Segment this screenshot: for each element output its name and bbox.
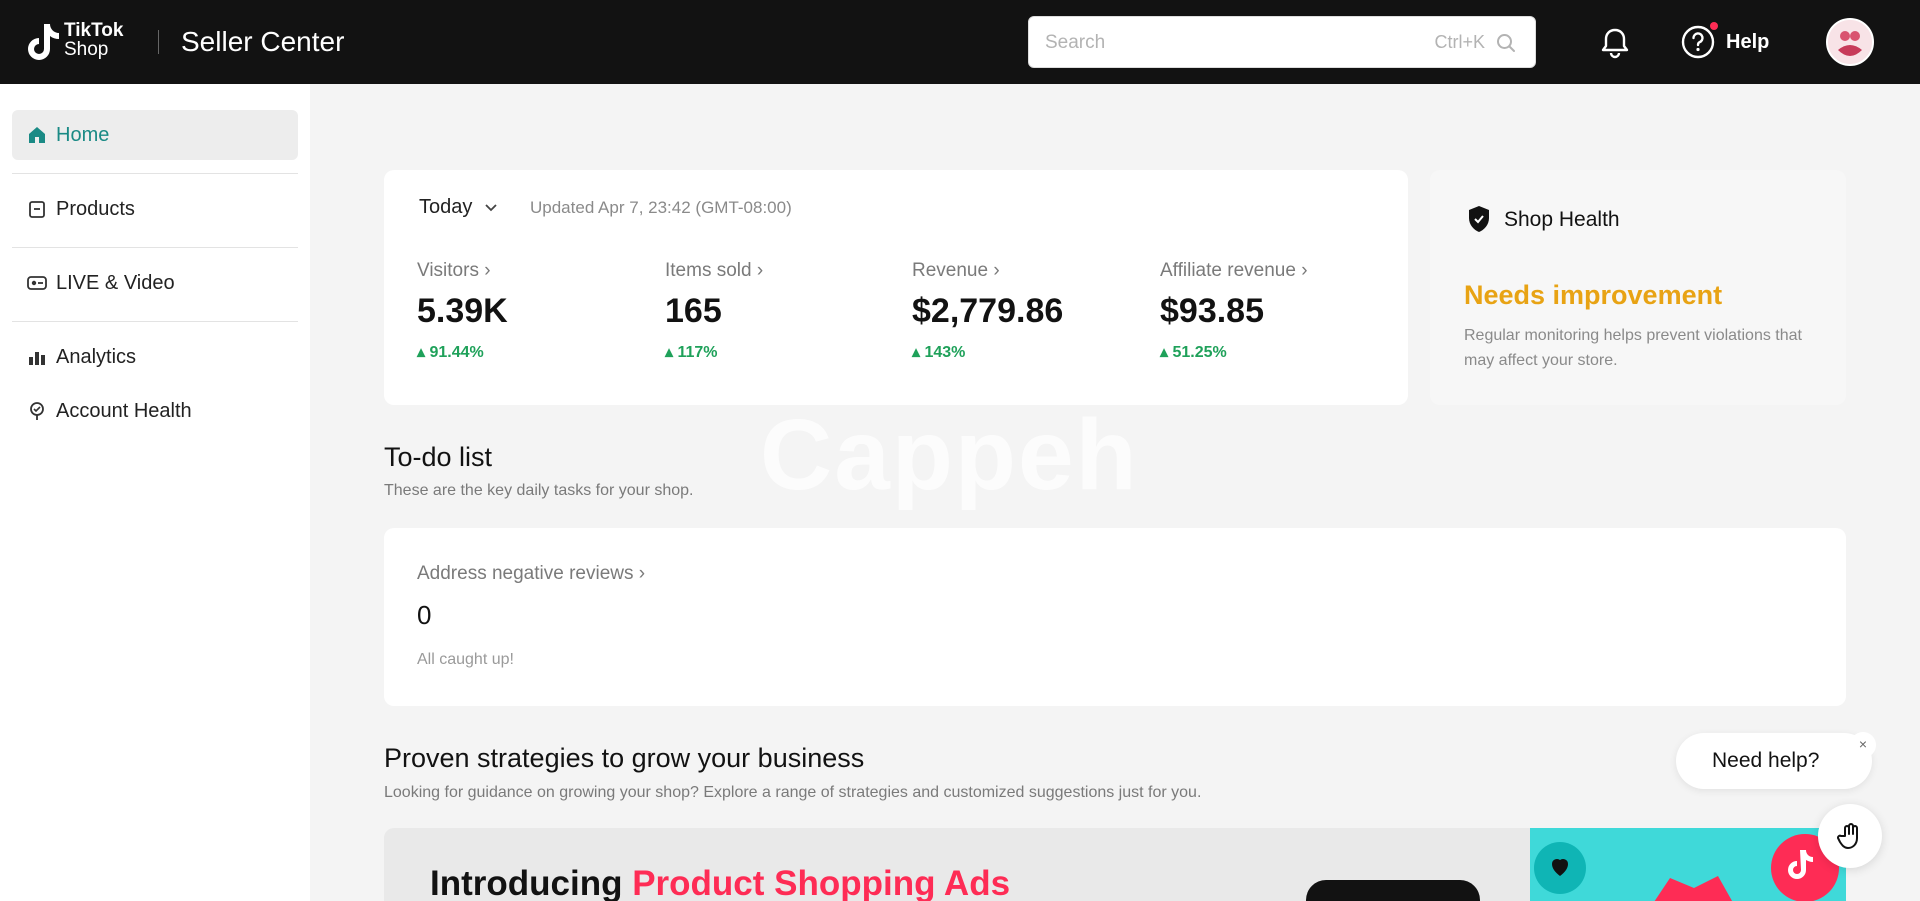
shop-health-card[interactable]: Shop Health Needs improvement Regular mo… xyxy=(1430,170,1846,405)
chat-support-button[interactable] xyxy=(1818,804,1882,868)
todo-item-label: Address negative reviews xyxy=(417,563,634,584)
metric-revenue[interactable]: Revenue › $2,779.86 ▴ 143% xyxy=(912,260,1142,370)
metric-label: Visitors xyxy=(417,260,479,281)
need-help-bubble[interactable]: Need help? xyxy=(1676,733,1872,789)
sidebar-item-label: Account Health xyxy=(56,400,192,422)
tiktok-logo-icon[interactable] xyxy=(22,20,62,64)
avatar-image-icon xyxy=(1828,20,1872,64)
products-icon xyxy=(29,201,45,218)
trend-up-icon: ▴ xyxy=(665,344,678,361)
chevron-down-icon[interactable] xyxy=(484,203,498,213)
todo-subtitle: These are the key daily tasks for your s… xyxy=(384,482,694,499)
search-input[interactable] xyxy=(1045,29,1405,57)
sidebar-divider xyxy=(12,247,298,248)
watermark: Cappeh xyxy=(760,399,1139,511)
metric-items-sold[interactable]: Items sold › 165 ▴ 117% xyxy=(665,260,895,370)
banner-accent: Product Shopping Ads xyxy=(632,864,1011,901)
help-icon[interactable] xyxy=(1680,24,1716,60)
strategies-subtitle: Looking for guidance on growing your sho… xyxy=(384,784,1202,801)
close-icon[interactable]: × xyxy=(1850,732,1876,758)
chevron-right-icon: › xyxy=(993,260,1000,281)
banner-headline: Introducing Product Shopping Ads xyxy=(430,864,1010,901)
metric-label: Affiliate revenue xyxy=(1160,260,1296,281)
top-bar: TikTok Shop Seller Center Ctrl+K Help xyxy=(0,0,1920,84)
todo-item-link[interactable]: Address negative reviews › xyxy=(417,563,645,585)
sidebar-item-label: Products xyxy=(56,198,135,220)
sidebar-divider xyxy=(12,321,298,322)
sidebar-item-live-video[interactable]: LIVE & Video xyxy=(12,258,298,308)
todo-title: To-do list xyxy=(384,442,493,472)
metric-affiliate-revenue[interactable]: Affiliate revenue › $93.85 ▴ 51.25% xyxy=(1160,260,1390,370)
shop-health-title: Shop Health xyxy=(1504,208,1620,231)
todo-card: Address negative reviews › 0 All caught … xyxy=(384,528,1846,706)
metric-delta: 117% xyxy=(677,344,718,361)
sidebar-item-label: Analytics xyxy=(56,346,137,368)
shop-health-description: Regular monitoring helps prevent violati… xyxy=(1464,327,1802,369)
trend-up-icon: ▴ xyxy=(1160,344,1173,361)
chevron-right-icon: › xyxy=(638,563,646,584)
sidebar-item-label: Home xyxy=(56,124,110,146)
metric-delta: 91.44% xyxy=(429,344,484,361)
metric-label: Revenue xyxy=(912,260,989,281)
sidebar-item-account-health[interactable]: Account Health xyxy=(12,386,298,436)
help-notification-dot xyxy=(1710,22,1718,30)
sidebar-item-analytics[interactable]: Analytics xyxy=(12,332,298,382)
home-icon xyxy=(29,127,45,143)
shop-health-status: Needs improvement xyxy=(1464,280,1723,310)
hand-wave-icon xyxy=(1837,823,1858,849)
metric-value: $2,779.86 xyxy=(912,292,1064,330)
help-link[interactable]: Help xyxy=(1726,31,1769,54)
trend-up-icon: ▴ xyxy=(417,344,430,361)
metrics-card: Today Updated Apr 7, 23:42 (GMT-08:00) V… xyxy=(384,170,1408,405)
sidebar-divider xyxy=(12,173,298,174)
metric-visitors[interactable]: Visitors › 5.39K ▴ 91.44% xyxy=(417,260,647,370)
chevron-right-icon: › xyxy=(484,260,491,281)
user-avatar[interactable] xyxy=(1826,18,1874,66)
chevron-right-icon: › xyxy=(756,260,764,281)
metric-delta: 143% xyxy=(924,344,966,361)
sidebar-item-products[interactable]: Products xyxy=(12,184,298,234)
updated-timestamp: Updated Apr 7, 23:42 (GMT-08:00) xyxy=(530,198,792,217)
banner-decoration-icon xyxy=(1534,834,1839,901)
account-health-icon xyxy=(30,402,44,420)
notification-bell-icon[interactable] xyxy=(1598,26,1632,60)
metric-value: 5.39K xyxy=(417,292,508,330)
banner-illustration xyxy=(1530,828,1846,901)
analytics-icon xyxy=(29,352,45,365)
brand-line-2: Shop xyxy=(64,39,109,60)
search-box[interactable]: Ctrl+K xyxy=(1028,16,1536,68)
brand-line-1: TikTok xyxy=(64,20,124,41)
brand-name: TikTok Shop xyxy=(64,21,123,59)
sidebar: Home Products LIVE & Video Analytics Acc… xyxy=(0,84,310,901)
strategies-title: Proven strategies to grow your business xyxy=(384,743,865,773)
sidebar-item-label: LIVE & Video xyxy=(56,272,175,294)
need-help-label: Need help? xyxy=(1712,749,1820,772)
brand-divider xyxy=(158,30,159,54)
app-title: Seller Center xyxy=(181,26,345,57)
todo-item-count: 0 xyxy=(417,600,432,630)
trend-up-icon: ▴ xyxy=(912,344,925,361)
chevron-right-icon: › xyxy=(1301,260,1308,281)
promo-banner[interactable]: Introducing Product Shopping Ads xyxy=(384,828,1846,901)
metric-delta: 51.25% xyxy=(1172,344,1227,361)
metric-label: Items sold xyxy=(665,260,752,281)
search-icon[interactable] xyxy=(1495,32,1517,54)
banner-prefix: Introducing xyxy=(430,864,633,901)
shield-icon xyxy=(1469,206,1489,232)
period-selector[interactable]: Today xyxy=(419,196,472,219)
search-shortcut-hint: Ctrl+K xyxy=(1434,32,1485,52)
metric-value: $93.85 xyxy=(1160,292,1264,330)
todo-item-note: All caught up! xyxy=(417,651,514,668)
live-video-icon xyxy=(27,276,47,290)
sidebar-item-home[interactable]: Home xyxy=(12,110,298,160)
metric-value: 165 xyxy=(665,292,722,330)
banner-cta-button[interactable] xyxy=(1306,880,1480,901)
